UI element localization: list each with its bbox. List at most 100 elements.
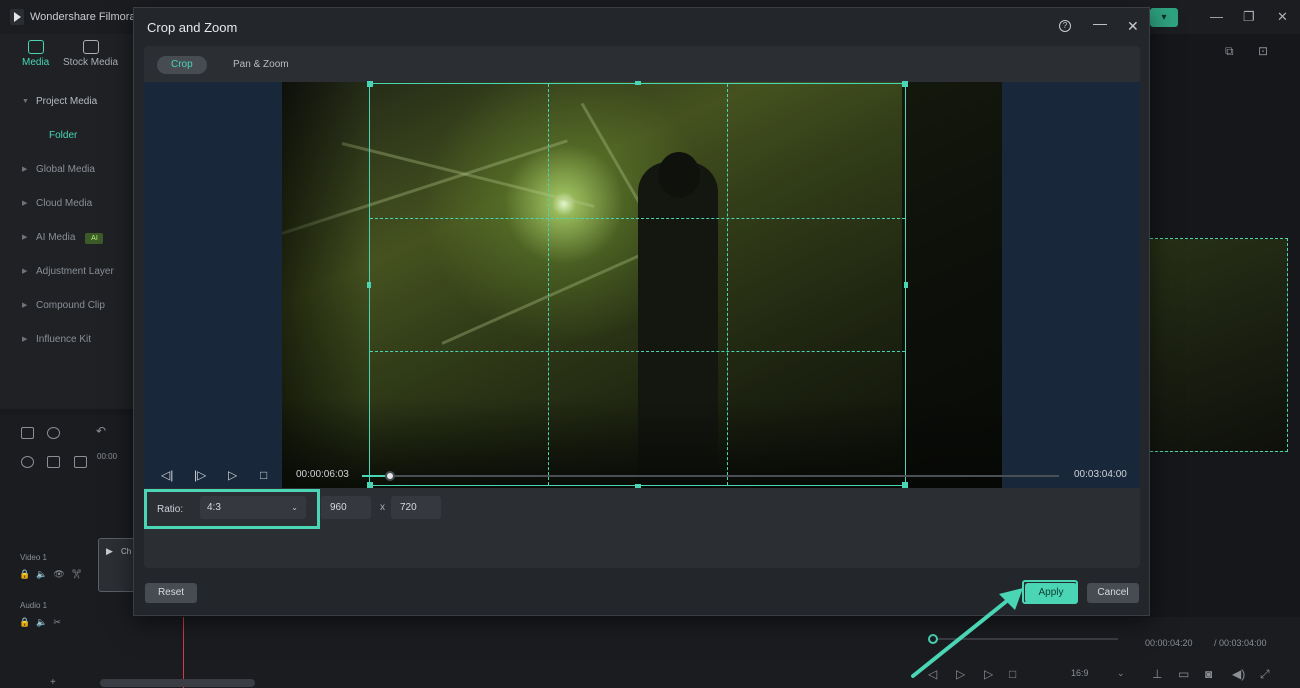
sidebar-item-label: Project Media — [36, 96, 98, 107]
ratio-label: Ratio: — [157, 504, 184, 515]
preview-current-time: 00:00:04:20 — [1145, 638, 1193, 648]
audio-track-controls[interactable]: 🔒🔈✂ — [19, 617, 67, 628]
play-icon[interactable]: ▷ — [228, 468, 237, 482]
next-frame-icon[interactable]: |▷ — [194, 468, 206, 482]
fullscreen-icon[interactable]: ⤢ — [1260, 667, 1270, 682]
play-icon: ▶ — [106, 546, 113, 556]
display-icon[interactable]: ▭ — [1178, 667, 1189, 681]
sidebar-item-global-media[interactable]: ▶ Global Media — [0, 155, 133, 185]
volume-icon[interactable]: ◀) — [1232, 667, 1245, 681]
crop-panel: Crop Pan & Zoom ◁| |▷ ▷ □ 00:00:06:03 00… — [144, 46, 1140, 568]
crop-handle-top-left[interactable] — [367, 81, 373, 87]
crop-grid-line — [726, 84, 728, 485]
minimize-icon[interactable]: — — [1210, 9, 1223, 24]
marker-icon[interactable]: ⊥ — [1152, 667, 1162, 681]
media-icon — [27, 40, 44, 54]
undo-icon[interactable]: ↶ — [96, 424, 106, 438]
sidebar-item-compound-clip[interactable]: ▶ Compound Clip — [0, 291, 133, 321]
width-input[interactable]: 960 — [321, 496, 371, 519]
ratio-value: 4:3 — [207, 502, 221, 513]
sidebar-item-project-media[interactable]: ▼ Project Media — [0, 87, 133, 117]
maximize-icon[interactable]: ❐ — [1243, 9, 1255, 25]
sidebar-item-label: AI Media — [36, 232, 76, 243]
crop-handle-top[interactable] — [634, 81, 641, 85]
tab-crop[interactable]: Crop — [157, 56, 207, 74]
caret-right-icon: ▶ — [22, 268, 28, 275]
crop-box[interactable] — [367, 81, 908, 488]
current-time: 00:00:06:03 — [296, 469, 349, 480]
playhead[interactable] — [183, 617, 184, 688]
annotation-arrow-icon — [911, 588, 1023, 678]
sidebar-item-label: Adjustment Layer — [36, 266, 114, 277]
aspect-ratio-select[interactable]: 16:9 — [1071, 668, 1089, 678]
caret-right-icon: ▶ — [22, 234, 28, 241]
timeline-scrollbar[interactable] — [100, 679, 255, 687]
aspect-dropdown-icon[interactable]: ⌄ — [1117, 668, 1125, 679]
crop-handle-left[interactable] — [367, 281, 371, 288]
video-track-controls[interactable]: 🔒🔈👁✂ — [19, 569, 88, 580]
snapshot-icon[interactable]: ◙ — [1205, 667, 1212, 681]
player-controls: ◁| |▷ ▷ □ 00:00:06:03 00:03:04:00 — [144, 463, 1140, 487]
height-input[interactable]: 720 — [391, 496, 441, 519]
crop-grid-line — [548, 84, 550, 485]
sidebar-item-adjustment-layer[interactable]: ▶ Adjustment Layer — [0, 257, 133, 287]
dialog-title: Crop and Zoom — [147, 20, 238, 35]
sidebar-item-influence-kit[interactable]: ▶ Influence Kit — [0, 325, 133, 355]
track-manager-icon[interactable] — [74, 456, 87, 468]
caret-right-icon: ▶ — [22, 166, 28, 173]
scope-icon[interactable]: ⊡ — [1258, 44, 1268, 58]
media-library-panel: Media Stock Media ▼ Project Media Folder … — [0, 34, 133, 409]
caret-down-icon: ▼ — [22, 98, 29, 105]
sidebar-item-label: Cloud Media — [36, 198, 93, 209]
tab-stock-media-label: Stock Media — [63, 57, 119, 68]
dimension-separator: x — [380, 502, 385, 513]
close-dialog-icon[interactable]: ✕ — [1127, 18, 1139, 35]
sidebar-item-cloud-media[interactable]: ▶ Cloud Media — [0, 189, 133, 219]
crop-grid-line — [370, 351, 905, 353]
select-tool-icon[interactable] — [47, 427, 60, 439]
caret-right-icon: ▶ — [22, 200, 28, 207]
ratio-select[interactable]: 4:3 ⌄ — [200, 496, 306, 519]
sidebar-item-label: Global Media — [36, 164, 95, 175]
sidebar-item-ai-media[interactable]: ▶ AI Media AI — [0, 223, 133, 253]
cancel-button[interactable]: Cancel — [1087, 583, 1139, 603]
timeline-video-clip[interactable]: ▶ Ch — [98, 538, 138, 592]
tab-stock-media[interactable]: Stock Media — [63, 40, 118, 68]
add-track-icon[interactable] — [47, 456, 60, 468]
crop-handle-right[interactable] — [904, 281, 908, 288]
sidebar-item-label: Folder — [49, 130, 78, 141]
sidebar-item-label: Compound Clip — [36, 300, 105, 311]
prev-frame-icon[interactable]: ◁| — [161, 468, 173, 482]
tab-pan-zoom[interactable]: Pan & Zoom — [219, 56, 303, 74]
caret-right-icon: ▶ — [22, 302, 28, 309]
add-icon[interactable]: + — [50, 677, 56, 688]
crop-and-zoom-dialog: Crop and Zoom ? — ✕ Crop Pan & Zoom ◁| |… — [133, 7, 1150, 616]
sidebar-item-label: Influence Kit — [36, 334, 92, 345]
stock-media-icon — [82, 40, 99, 54]
layout-grid-icon[interactable] — [21, 427, 34, 439]
link-icon[interactable] — [21, 456, 34, 468]
tab-media[interactable]: Media — [22, 40, 49, 68]
preview-video — [1150, 238, 1288, 452]
playback-progress[interactable] — [362, 471, 1059, 481]
total-time: 00:03:04:00 — [1074, 469, 1127, 480]
crop-grid-line — [370, 217, 905, 219]
tab-media-label: Media — [22, 57, 50, 68]
minimize-dialog-icon[interactable]: — — [1093, 15, 1107, 31]
crop-handle-top-right[interactable] — [902, 81, 908, 87]
ai-badge: AI — [85, 233, 104, 244]
track-label-audio-1: Audio 1 — [20, 601, 48, 610]
chevron-down-icon: ⌄ — [291, 503, 298, 512]
stop-icon[interactable]: □ — [260, 468, 267, 482]
export-dropdown-icon[interactable]: ▾ — [1150, 8, 1178, 27]
crop-canvas — [144, 81, 1140, 488]
sidebar-item-folder[interactable]: Folder — [0, 121, 133, 151]
track-label-video-1: Video 1 — [20, 553, 47, 562]
preview-total-time: / 00:03:04:00 — [1214, 638, 1267, 648]
playback-progress-knob[interactable] — [384, 471, 395, 481]
reset-button[interactable]: Reset — [145, 583, 197, 603]
filmora-logo-icon — [10, 9, 24, 25]
compare-view-icon[interactable]: ⧉ — [1225, 44, 1234, 59]
close-window-icon[interactable]: ✕ — [1277, 9, 1288, 25]
help-icon[interactable]: ? — [1059, 20, 1071, 32]
